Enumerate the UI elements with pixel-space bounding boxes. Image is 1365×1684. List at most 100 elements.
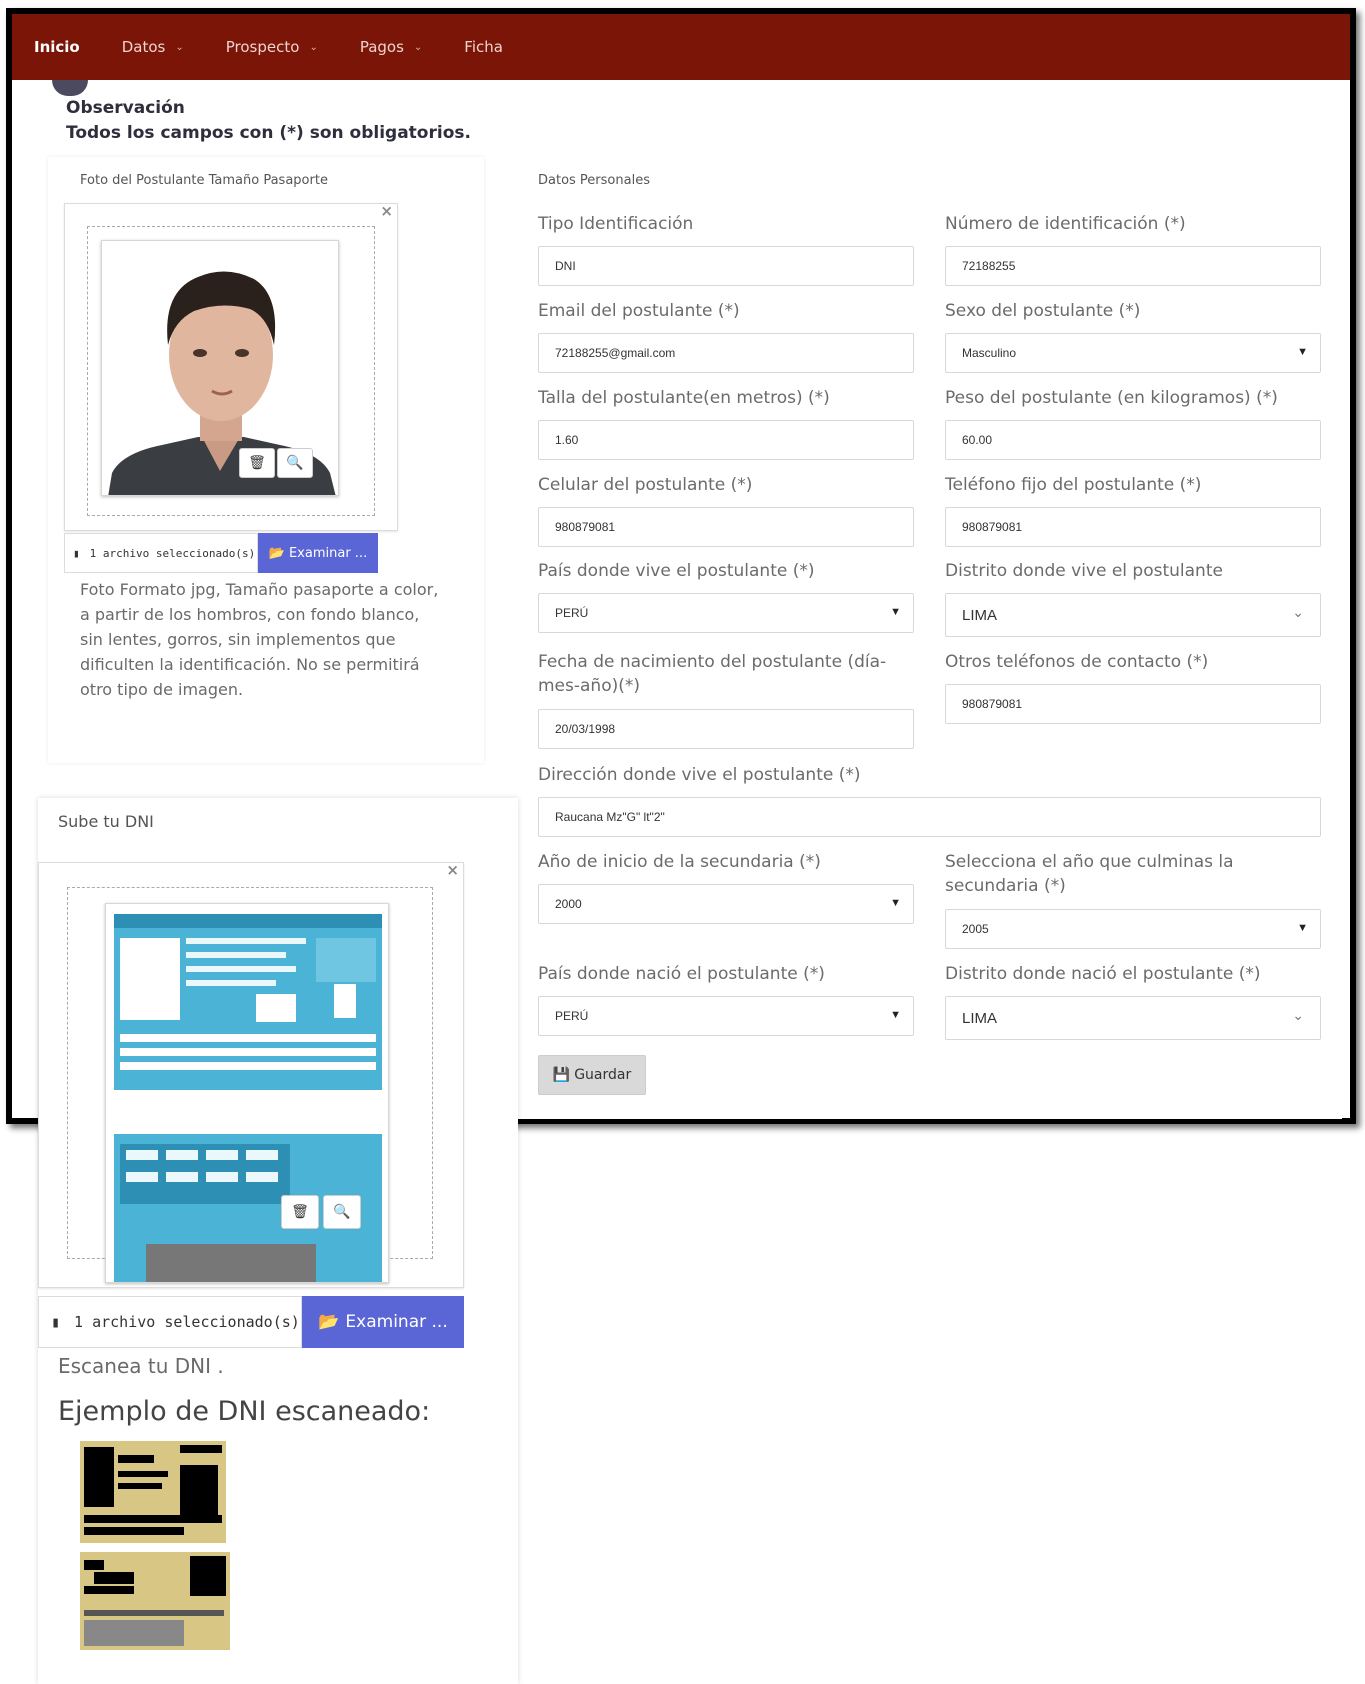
save-label: Guardar [574,1067,632,1083]
photo-card-title: Foto del Postulante Tamaño Pasaporte [80,173,328,188]
dni-browse-button[interactable]: 📂 Examinar ... [302,1296,464,1348]
photo-upload-preview: × 🗑 🔍 [64,202,398,531]
chevron-down-icon: ⌄ [175,41,184,53]
chevron-down-icon: ⌄ [309,41,318,53]
talla-label: Talla del postulante(en metros) (*) [538,388,830,408]
nav-prospecto[interactable]: Prospecto ⌄ [226,38,318,56]
save-button[interactable]: 💾 Guardar [538,1055,646,1095]
num-id-value: 72188255 [962,259,1016,273]
folder-open-icon: 📂 [268,545,285,561]
photo-browse-label: Examinar ... [288,545,368,561]
nacimiento-input[interactable]: 20/03/1998 [538,709,914,749]
otros-tel-value: 980879081 [962,697,1023,711]
direccion-input[interactable]: Raucana Mz"G" lt"2" [538,797,1321,837]
file-icon: ▮ [73,546,80,560]
email-input[interactable]: 72188255@gmail.com [538,333,914,373]
email-value: 72188255@gmail.com [555,346,676,360]
inicio-sec-value: 2000 [555,897,582,911]
nav-ficha-label: Ficha [464,38,503,56]
caret-down-icon: ▼ [1297,346,1308,358]
distrito-nac-select[interactable]: LIMA ⌄ [945,996,1321,1040]
fin-sec-label: Selecciona el año que culminas la secund… [945,852,1234,896]
observation-title: Observación [66,98,185,118]
dni-file-caption-text: 1 archivo seleccionado(s) [74,1313,300,1331]
num-id-input[interactable]: 72188255 [945,246,1321,286]
pais-nac-value: PERÚ [555,1009,589,1023]
otros-tel-input[interactable]: 980879081 [945,684,1321,724]
chevron-down-icon: ⌄ [1292,604,1304,620]
close-icon[interactable]: × [446,861,459,879]
photo-file-bar: ▮ 1 archivo seleccionado(s) 📂 Examinar .… [64,533,378,573]
pais-vive-label: País donde vive el postulante (*) [538,561,815,581]
top-navbar: Inicio Datos ⌄ Prospecto ⌄ Pagos ⌄ Ficha [12,14,1350,80]
chevron-down-icon: ⌄ [413,41,423,53]
sexo-select[interactable]: Masculino ▼ [945,333,1321,373]
celular-label: Celular del postulante (*) [538,475,753,495]
direccion-label: Dirección donde vive el postulante (*) [538,765,861,785]
fijo-label: Teléfono fijo del postulante (*) [945,475,1202,495]
trash-icon[interactable]: 🗑 [239,448,275,478]
tipo-id-input[interactable]: DNI [538,246,914,286]
nacimiento-value: 20/03/1998 [555,722,616,736]
dni-example-back-image [80,1552,230,1650]
inicio-sec-select[interactable]: 2000 ▼ [538,884,914,924]
photo-browse-button[interactable]: 📂 Examinar ... [258,533,378,573]
dni-browse-label: Examinar ... [345,1312,448,1332]
dni-example-heading: Ejemplo de DNI escaneado: [58,1396,431,1427]
nav-ficha[interactable]: Ficha [464,38,503,56]
nav-datos[interactable]: Datos ⌄ [122,38,184,56]
nav-inicio[interactable]: Inicio [34,38,80,56]
fijo-input[interactable]: 980879081 [945,507,1321,547]
talla-input[interactable]: 1.60 [538,420,914,460]
distrito-vive-value: LIMA [962,606,998,624]
nav-datos-label: Datos [121,38,166,56]
sexo-label: Sexo del postulante (*) [945,301,1141,321]
peso-label: Peso del postulante (en kilogramos) (*) [945,388,1278,408]
trash-icon[interactable]: 🗑 [281,1195,319,1229]
sexo-value: Masculino [962,346,1017,360]
close-icon[interactable]: × [380,202,393,220]
nav-prospecto-label: Prospecto [225,38,300,56]
peso-input[interactable]: 60.00 [945,420,1321,460]
email-label: Email del postulante (*) [538,301,740,321]
otros-tel-label: Otros teléfonos de contacto (*) [945,652,1209,672]
photo-file-caption-text: 1 archivo seleccionado(s) [89,546,256,560]
direccion-value: Raucana Mz"G" lt"2" [555,810,665,824]
pais-vive-select[interactable]: PERÚ ▼ [538,593,914,633]
dni-card: Sube tu DNI × 🗑 🔍 ▮ 1 archivo selecciona… [38,798,518,1684]
caret-down-icon: ▼ [890,606,901,618]
nav-pagos[interactable]: Pagos ⌄ [360,38,422,56]
celular-input[interactable]: 980879081 [538,507,914,547]
pais-vive-value: PERÚ [555,606,589,620]
fin-sec-select[interactable]: 2005 ▼ [945,909,1321,949]
folder-open-icon: 📂 [318,1312,340,1332]
nacimiento-label: Fecha de nacimiento del postulante (día-… [538,652,887,696]
caret-down-icon: ▼ [890,1009,901,1021]
zoom-icon[interactable]: 🔍 [277,448,313,478]
pais-nac-select[interactable]: PERÚ ▼ [538,996,914,1036]
dni-example-front-image [80,1441,226,1543]
photo-file-caption: ▮ 1 archivo seleccionado(s) [64,533,258,573]
peso-value: 60.00 [962,433,993,447]
caret-down-icon: ▼ [890,897,901,909]
inicio-sec-label: Año de inicio de la secundaria (*) [538,852,821,872]
personal-data-form: Datos Personales Tipo Identificación DNI… [502,157,1342,1119]
dni-file-bar: ▮ 1 archivo seleccionado(s) 📂 Examinar .… [38,1296,464,1348]
tipo-id-label: Tipo Identificación [538,214,694,234]
caret-down-icon: ▼ [1297,922,1308,934]
num-id-label: Número de identificación (*) [945,214,1186,234]
photo-card: Foto del Postulante Tamaño Pasaporte × 🗑 [48,157,484,763]
file-icon: ▮ [51,1313,61,1331]
distrito-nac-value: LIMA [962,1009,998,1027]
form-title: Datos Personales [538,173,650,188]
required-note: Todos los campos con (*) son obligatorio… [66,123,471,143]
talla-value: 1.60 [555,433,579,447]
distrito-vive-label: Distrito donde vive el postulante [945,561,1223,581]
nav-pagos-label: Pagos [359,38,404,56]
celular-value: 980879081 [555,520,616,534]
chevron-down-icon: ⌄ [1292,1007,1304,1023]
distrito-vive-select[interactable]: LIMA ⌄ [945,593,1321,637]
nav-inicio-label: Inicio [34,38,80,56]
fijo-value: 980879081 [962,520,1023,534]
zoom-icon[interactable]: 🔍 [323,1195,361,1229]
